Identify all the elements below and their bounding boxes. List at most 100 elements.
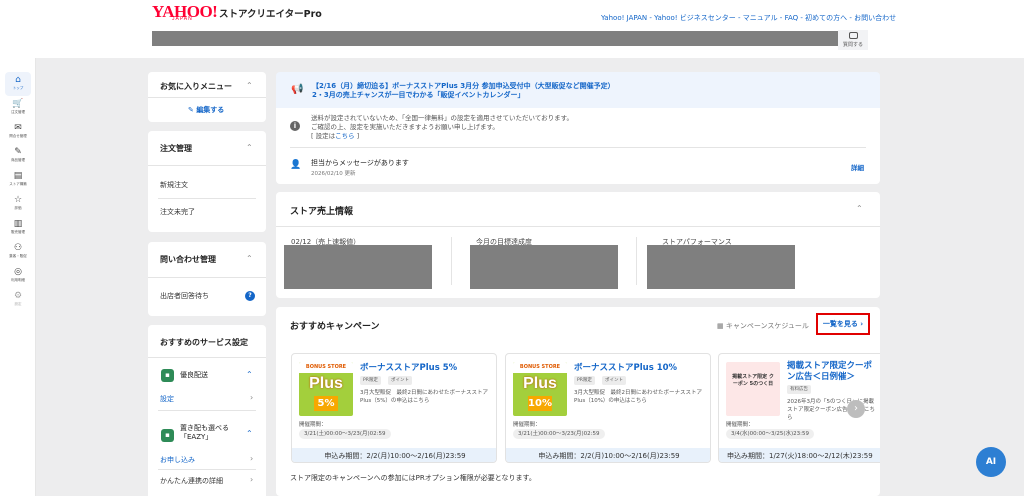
services-title: おすすめのサービス設定 — [160, 338, 248, 347]
question-label: 質問する — [842, 42, 863, 48]
home-icon: ⌂ — [15, 75, 21, 85]
nav-item-billing[interactable]: ◎ 利用明細 — [0, 266, 36, 288]
person-icon: 👤 — [290, 160, 302, 170]
period-label: 開催期間： — [299, 422, 327, 428]
cart-icon: 🛒 — [12, 99, 24, 109]
chevron-up-icon[interactable]: ⌃ — [246, 81, 253, 90]
notice-line: 送料が設定されていないため、「全国一律無料」の設定を適用させていただいております… — [311, 114, 574, 122]
campaign-thumbnail: BONUS STORE Plus 10% — [513, 362, 567, 416]
left-nav: ⌂ トップ 🛒 注文管理 ✉ 問合せ管理 ✎ 商品管理 ▤ ストア構築 ☆ 評価… — [0, 58, 36, 496]
campaign-tag: ポイント — [388, 376, 412, 385]
thumb-pct: 5% — [314, 396, 338, 411]
service-setting-link[interactable]: 設定 — [160, 394, 174, 404]
favorites-title: お気に入りメニュー — [160, 82, 232, 91]
nav-label: 利用明細 — [11, 278, 25, 282]
nav-item-orders[interactable]: 🛒 注文管理 — [0, 98, 36, 120]
calendar-icon: ▦ — [717, 322, 724, 330]
chevron-up-icon[interactable]: ⌃ — [246, 143, 253, 152]
chevron-up-icon[interactable]: ⌃ — [246, 429, 253, 438]
carousel-next-icon[interactable]: › — [847, 400, 865, 418]
campaign-tag: ポイント — [602, 376, 626, 385]
service-name: 優良配送 — [180, 371, 208, 379]
thumb-strip: BONUS STORE — [299, 362, 353, 373]
chevron-up-icon[interactable]: ⌃ — [856, 204, 863, 213]
message-detail-link[interactable]: 詳細 — [851, 162, 864, 172]
link-yahoo-japan[interactable]: Yahoo! JAPAN — [601, 14, 647, 22]
campaign-tag: PR限定 — [360, 376, 381, 385]
nav-item-promotion[interactable]: ⚇ 集客・販促 — [0, 242, 36, 264]
pencil-icon: ✎ — [188, 106, 194, 114]
edit-favorites-link[interactable]: ✎ 編集する — [188, 105, 224, 115]
schedule-link[interactable]: ▦ キャンペーンスケジュール — [717, 321, 809, 331]
sales-title: ストア売上情報 — [290, 207, 354, 217]
ai-assistant-button[interactable]: AI — [976, 447, 1006, 477]
nav-item-store[interactable]: ▤ ストア構築 — [0, 170, 36, 192]
nav-item-reviews[interactable]: ☆ 評価 — [0, 194, 36, 216]
service-apply-link[interactable]: お申し込み — [160, 455, 195, 465]
link-contact[interactable]: お問い合わせ — [854, 14, 896, 22]
notice-suffix: ] — [354, 132, 360, 140]
announcement-banner[interactable]: 📢 【2/16（月）締切迫る】ボーナスストアPlus 3月分 参加申込受付中（大… — [276, 72, 880, 108]
star-icon: ☆ — [13, 195, 23, 205]
notice-line: [ 設定はこちら ] — [311, 132, 573, 141]
chat-icon — [848, 32, 858, 39]
inquiry-item-awaiting[interactable]: 出店者回答待ち — [160, 291, 209, 301]
message-title: 担当からメッセージがあります — [311, 159, 409, 167]
link-faq[interactable]: FAQ — [785, 14, 799, 22]
see-all-button[interactable]: 一覧を見る › — [816, 313, 870, 335]
campaign-title[interactable]: ボーナスストアPlus 5% — [360, 361, 457, 373]
divider — [148, 357, 266, 358]
link-beginners[interactable]: 初めての方へ — [805, 14, 847, 22]
truck-icon: ▪ — [161, 369, 174, 382]
divider — [148, 277, 266, 278]
chevron-right-icon[interactable]: › — [250, 393, 253, 402]
settings-link[interactable]: こちら — [335, 132, 355, 140]
redacted-performance — [647, 245, 795, 289]
nav-item-top[interactable]: ⌂ トップ — [0, 72, 36, 96]
thumb-main: Plus — [523, 375, 557, 392]
order-item-incomplete[interactable]: 注文未完了 — [160, 207, 195, 217]
link-business-center[interactable]: Yahoo! ビジネスセンター — [654, 14, 736, 22]
campaign-desc: 3月大型販促 最終2日間にあわせたボーナスストアPlus（5%）の申込はこちら — [360, 390, 489, 404]
redacted-store-bar — [152, 31, 838, 46]
order-item-new[interactable]: 新規注文 — [160, 180, 188, 190]
nav-label: 評価 — [14, 206, 22, 210]
banner-line-2[interactable]: 2・3月の売上チャンスが一目でわかる「販促イベントカレンダー」 — [312, 90, 525, 100]
apply-period: 申込み期間：2/2(月)10:00〜2/16(月)23:59 — [292, 448, 496, 462]
inquiries-title: 問い合わせ管理 — [160, 255, 216, 264]
megaphone-icon: 📢 — [291, 84, 304, 95]
nav-item-sales[interactable]: ▥ 販売管理 — [0, 218, 36, 240]
divider — [148, 165, 266, 166]
campaign-card[interactable]: BONUS STORE Plus 5% ボーナスストアPlus 5% PR限定 … — [291, 353, 497, 463]
chevron-right-icon[interactable]: › — [250, 454, 253, 463]
orders-card: 注文管理 ⌃ 新規注文 注文未完了 — [148, 131, 266, 232]
help-icon[interactable]: ? — [245, 291, 255, 301]
people-icon: ⚇ — [13, 243, 23, 253]
service-detail-link[interactable]: かんたん連携の詳細 — [160, 476, 223, 486]
chevron-right-icon[interactable]: › — [250, 475, 253, 484]
sales-card: ストア売上情報 ⌃ 02/12（売上速報値） 今月の目標達成度 ストアパフォーマ… — [276, 192, 880, 298]
app-title: ストアクリエイターPro — [219, 9, 322, 20]
header-links: Yahoo! JAPAN - Yahoo! ビジネスセンター - マニュアル -… — [601, 13, 896, 23]
divider — [290, 147, 866, 148]
chevron-up-icon[interactable]: ⌃ — [246, 370, 253, 379]
nav-label: トップ — [12, 86, 24, 90]
period-chip: 3/4(水)00:00〜3/25(水)23:59 — [726, 429, 814, 439]
link-manual[interactable]: マニュアル — [743, 14, 778, 22]
service-name: 置き配も選べる「EAZY」 — [180, 424, 229, 441]
nav-label: 注文管理 — [11, 110, 25, 114]
campaign-card[interactable]: BONUS STORE Plus 10% ボーナスストアPlus 10% PR限… — [505, 353, 711, 463]
period-label: 開催期間： — [513, 422, 541, 428]
nav-item-products[interactable]: ✎ 商品管理 — [0, 146, 36, 168]
campaign-title[interactable]: 掲載ストア限定クーポン広告＜日例催＞ — [787, 361, 879, 383]
edit-icon: ✎ — [14, 147, 22, 157]
chevron-up-icon[interactable]: ⌃ — [246, 254, 253, 263]
nav-label: 設定 — [14, 302, 22, 306]
campaign-title[interactable]: ボーナスストアPlus 10% — [574, 361, 677, 373]
nav-item-inquiries[interactable]: ✉ 問合せ管理 — [0, 122, 36, 144]
question-button[interactable]: 質問する — [838, 30, 868, 50]
eazy-icon: ▪ — [161, 429, 174, 442]
nav-item-settings[interactable]: ⚙ 設定 — [0, 290, 36, 312]
campaign-tag: PR限定 — [574, 376, 595, 385]
nav-label: 問合せ管理 — [9, 134, 27, 138]
